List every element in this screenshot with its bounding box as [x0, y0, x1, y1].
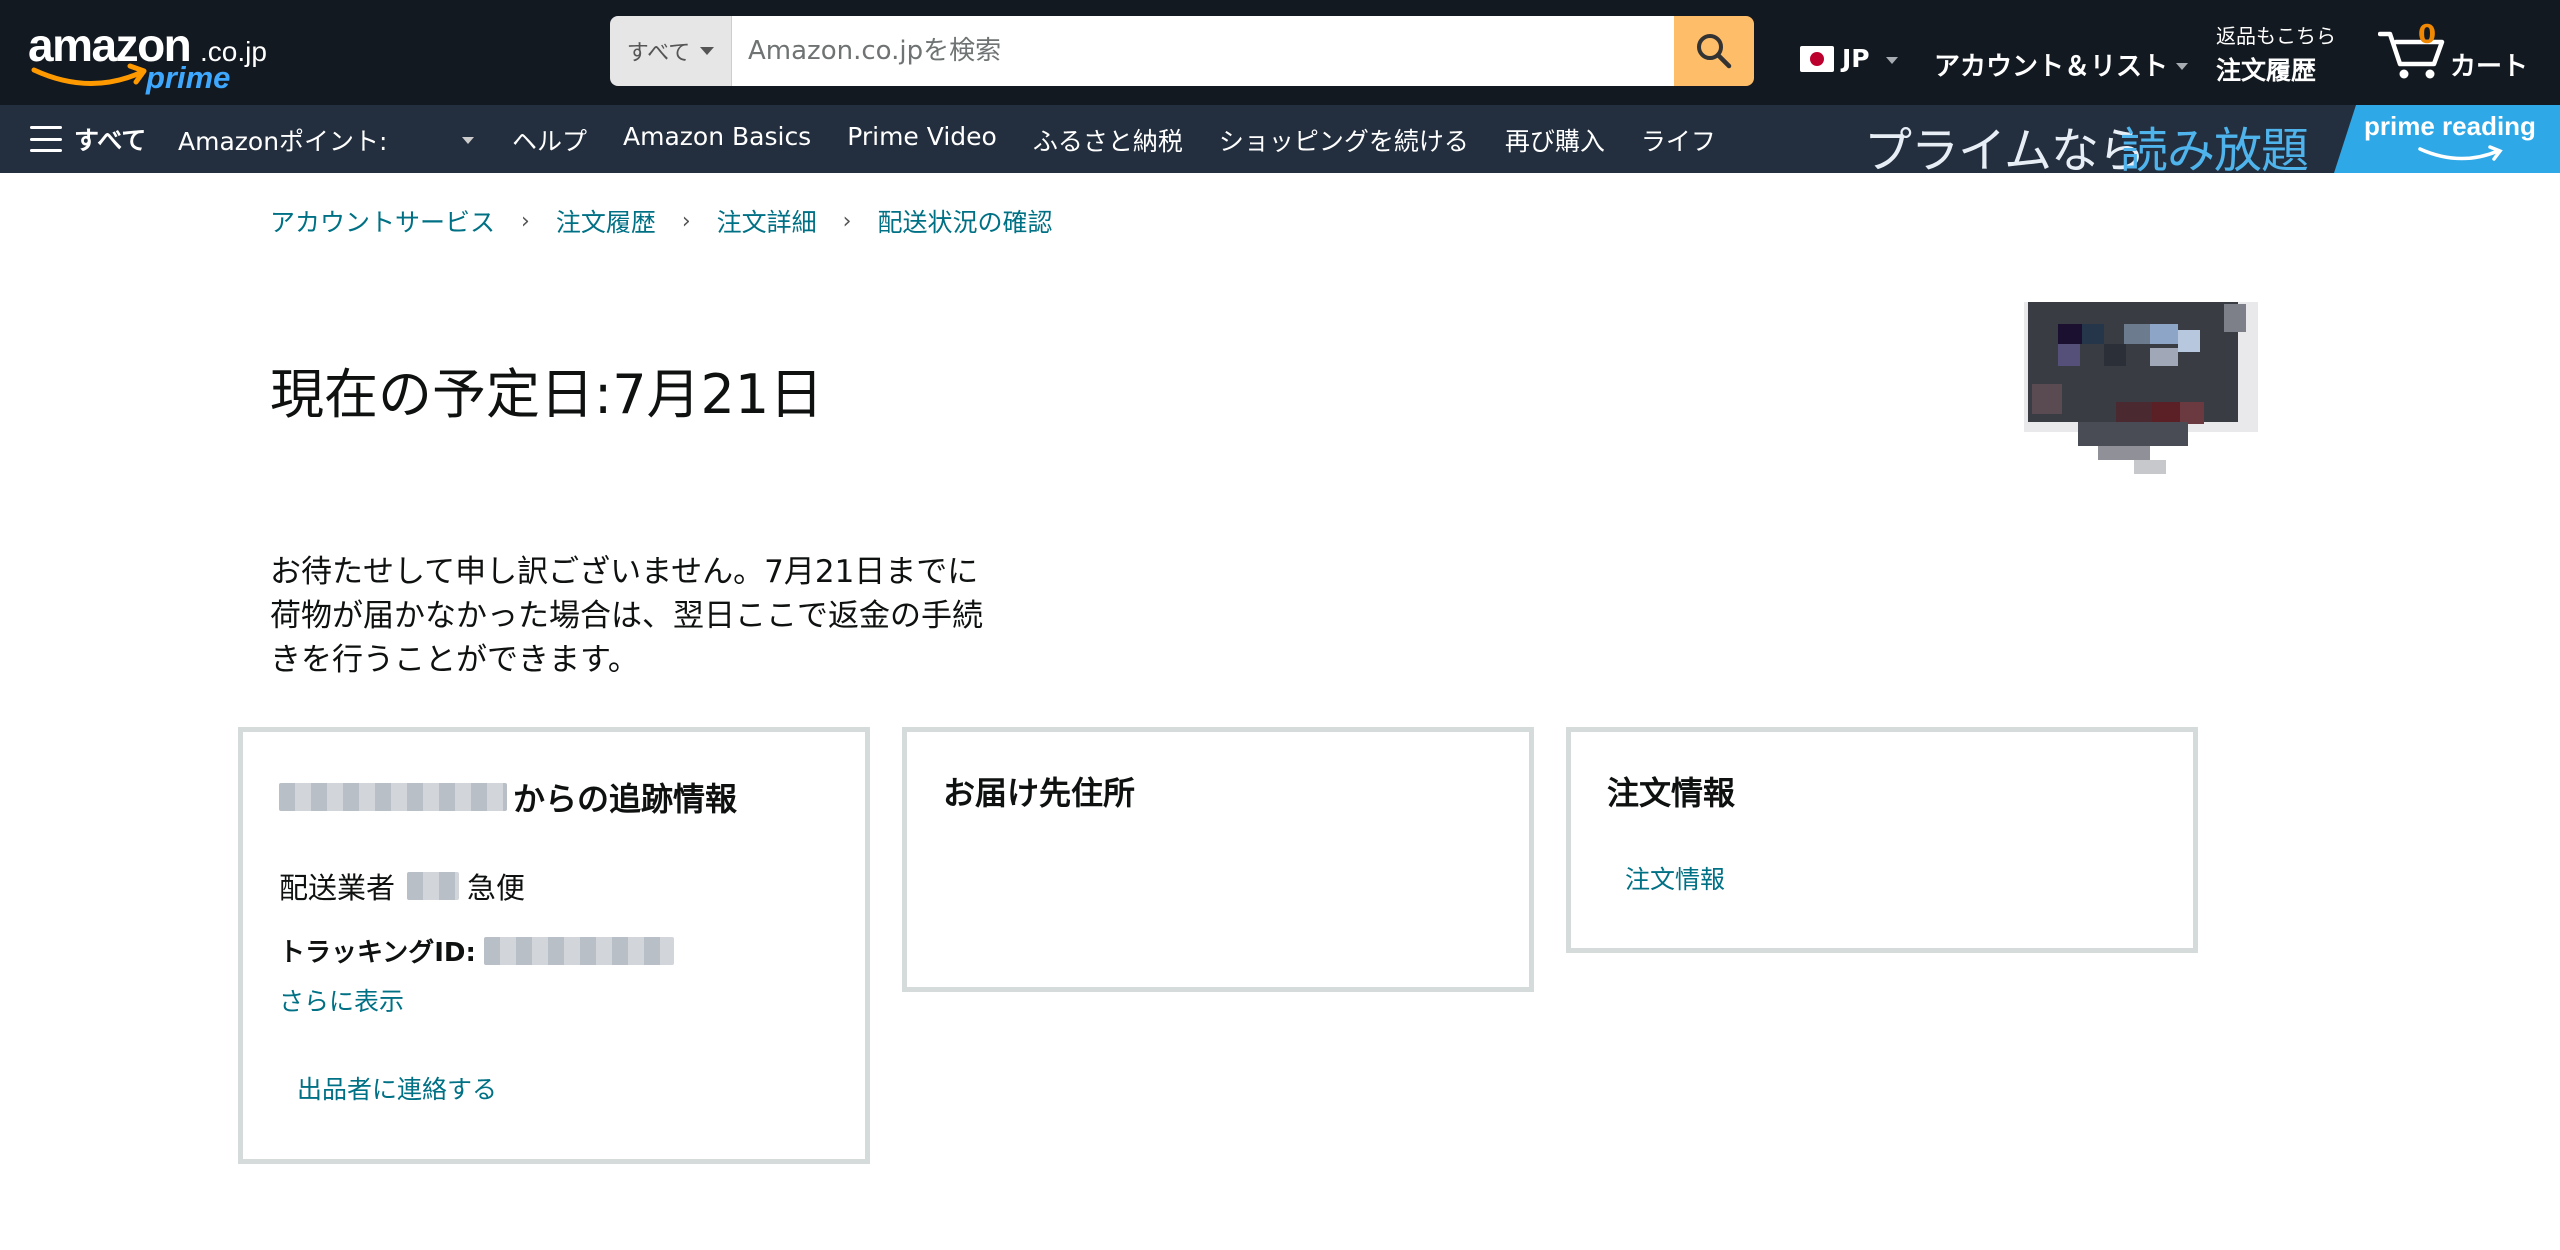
carrier-label: 配送業者: [279, 871, 396, 905]
redacted-tracking-id: [483, 936, 674, 965]
banner-highlight: 読み放題: [2120, 123, 2309, 179]
breadcrumb-separator: ›: [842, 208, 852, 234]
tracking-info-title: からの追跡情報: [279, 774, 737, 820]
smile-arrow-icon: [2418, 145, 2503, 161]
tracking-id-label: トラッキングID:: [279, 938, 476, 968]
nav-link-furusato[interactable]: ふるさと納税: [1033, 122, 1183, 158]
delivery-date-heading: 現在の予定日:7月21日: [270, 363, 824, 426]
chevron-down-icon: [700, 47, 715, 55]
search-department-select[interactable]: すべて: [610, 16, 732, 86]
account-lists-menu[interactable]: アカウント＆リスト: [1934, 46, 2189, 83]
locale-label: JP: [1842, 44, 1870, 73]
shipping-address-box: お届け先住所: [902, 727, 1534, 992]
banner-text: プライムなら: [1864, 123, 2146, 179]
chevron-down-icon: [2176, 63, 2189, 70]
logo-prime: prime: [146, 60, 231, 95]
all-menu-button[interactable]: すべて: [30, 121, 146, 157]
hamburger-menu-icon: [30, 126, 62, 152]
nav-link-amazon-basics[interactable]: Amazon Basics: [623, 122, 811, 158]
breadcrumb-separator: ›: [681, 208, 691, 234]
orders-link[interactable]: 返品もこちら 注文履歴: [2216, 20, 2336, 87]
carrier-suffix: 急便: [467, 871, 526, 905]
nav-link-life[interactable]: ライフ: [1641, 122, 1716, 158]
search-bar: すべて: [610, 16, 1754, 86]
breadcrumb-order-history[interactable]: 注文履歴: [556, 203, 656, 239]
nav-link-buy-again[interactable]: 再び購入: [1505, 122, 1605, 158]
apology-line: お待たせして申し訳ございません。7月21日までに: [270, 554, 979, 590]
amazon-logo[interactable]: amazon .co.jp prime: [28, 18, 268, 98]
tracking-info-box: からの追跡情報 配送業者 急便 トラッキングID: さらに表示 出品者に連絡する: [238, 727, 870, 1164]
redacted-carrier-name: [407, 872, 460, 900]
nav-link-continue-shopping[interactable]: ショッピングを続ける: [1219, 122, 1469, 158]
contact-seller-link[interactable]: 出品者に連絡する: [297, 1070, 497, 1106]
tracking-id-row: トラッキングID:: [279, 932, 674, 969]
japan-flag-icon: [1800, 45, 1834, 72]
prime-reading-logo: prime reading: [2364, 111, 2536, 141]
cart-button[interactable]: 0 カート: [2378, 18, 2538, 88]
prime-reading-banner[interactable]: プライムなら 読み放題 prime reading: [1860, 105, 2560, 179]
returns-label: 返品もこちら: [2216, 24, 2336, 48]
search-department-label: すべて: [626, 41, 691, 66]
cart-count: 0: [2418, 20, 2437, 50]
chevron-down-icon: [1885, 57, 1898, 64]
sub-navigation: すべて Amazonポイント: ヘルプ Amazon Basics Prime …: [0, 105, 2560, 179]
amazon-points-link[interactable]: Amazonポイント:: [178, 122, 387, 158]
cart-icon: [2378, 31, 2445, 79]
all-menu-label: すべて: [74, 126, 147, 155]
search-input[interactable]: [732, 16, 1674, 86]
language-selector[interactable]: JP: [1800, 44, 1898, 73]
shipping-address-title: お届け先住所: [943, 774, 1136, 812]
product-thumbnail[interactable]: [2024, 284, 2258, 480]
search-button[interactable]: [1674, 16, 1754, 86]
order-info-title: 注文情報: [1607, 774, 1736, 812]
breadcrumb-track-package[interactable]: 配送状況の確認: [877, 203, 1052, 239]
delivery-apology-message: お待たせして申し訳ございません。7月21日までに 荷物が届かなかった場合は、翌日…: [270, 550, 1070, 682]
nav-link-help[interactable]: ヘルプ: [512, 122, 587, 158]
breadcrumb-account-service[interactable]: アカウントサービス: [270, 203, 495, 239]
smile-arrow-icon: [31, 63, 147, 86]
breadcrumb: アカウントサービス › 注文履歴 › 注文詳細 › 配送状況の確認: [270, 203, 1053, 239]
cart-label: カート: [2450, 52, 2529, 82]
chevron-down-icon[interactable]: [462, 137, 474, 144]
breadcrumb-order-details[interactable]: 注文詳細: [717, 203, 817, 239]
show-more-link[interactable]: さらに表示: [279, 982, 404, 1018]
carrier-row: 配送業者 急便: [279, 865, 525, 907]
tracking-title-text: からの追跡情報: [513, 780, 738, 818]
nav-links: ヘルプ Amazon Basics Prime Video ふるさと納税 ショッ…: [512, 122, 1752, 158]
search-icon: [1697, 34, 1732, 69]
redacted-seller-name: [279, 783, 507, 811]
breadcrumb-separator: ›: [521, 208, 530, 234]
order-info-box: 注文情報 注文情報: [1566, 727, 2198, 953]
nav-belt: amazon .co.jp prime すべて JP アカウント＆リスト 返品も…: [0, 0, 2560, 105]
nav-link-prime-video[interactable]: Prime Video: [847, 122, 997, 158]
apology-line: きを行うことができます。: [270, 642, 639, 678]
account-label: アカウント＆リスト: [1934, 52, 2169, 82]
order-info-link[interactable]: 注文情報: [1625, 860, 1725, 896]
orders-label: 注文履歴: [2216, 56, 2317, 85]
apology-line: 荷物が届かなかった場合は、翌日ここで返金の手続: [270, 598, 983, 634]
